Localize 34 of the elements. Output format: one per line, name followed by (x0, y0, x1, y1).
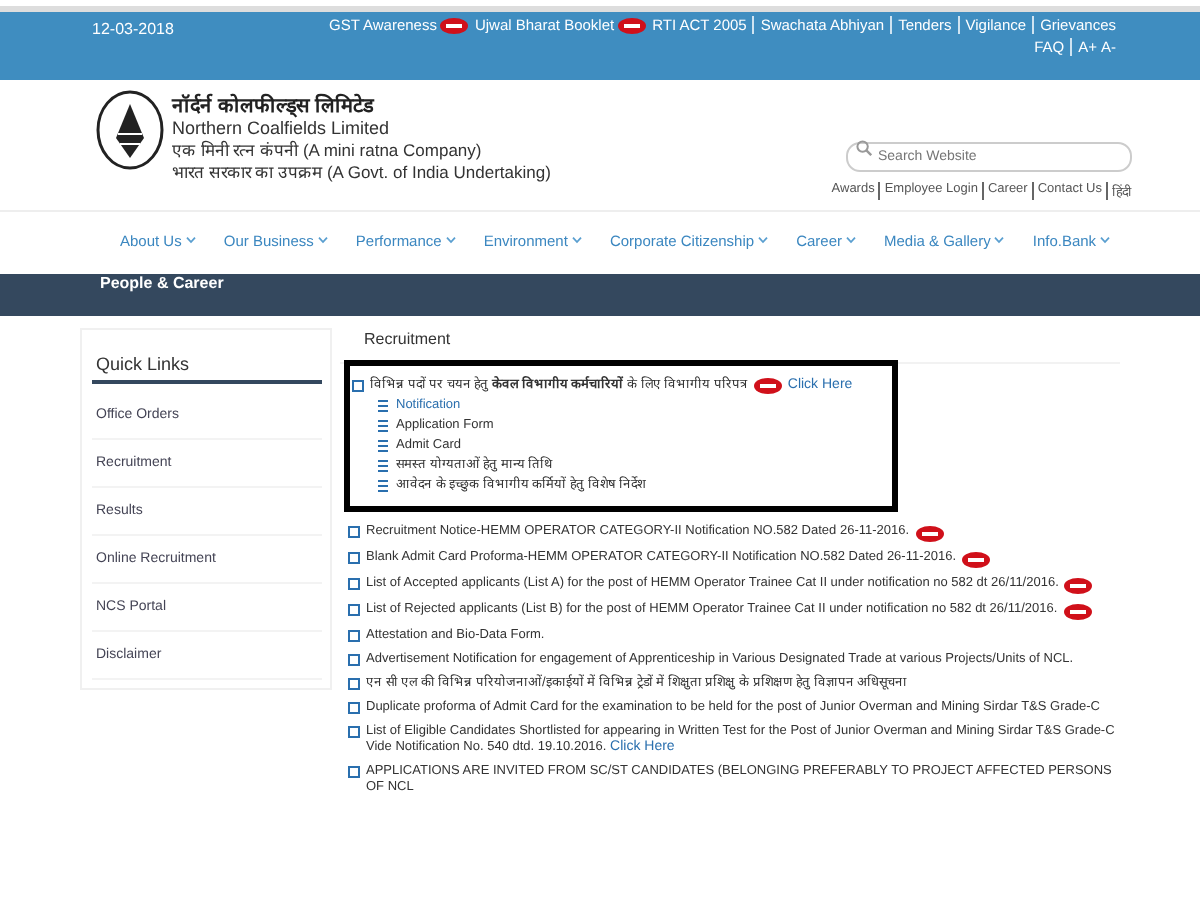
list-bullet-icon (378, 420, 388, 432)
caret-icon (571, 236, 582, 244)
square-bullet-icon (348, 678, 360, 690)
company-name: Northern Coalfields Limited (172, 118, 392, 138)
company-logo-icon (96, 90, 164, 170)
square-bullet-icon (348, 702, 360, 714)
company-tagline: एक मिनी रत्न कंपनी (A mini ratna Company) (172, 138, 484, 160)
square-bullet-icon (348, 604, 360, 616)
list-bullet-icon (378, 440, 388, 452)
company-name-hindi: नॉर्दर्न कोलफील्ड्स लिमिटेड (172, 91, 377, 118)
square-bullet-icon (348, 726, 360, 738)
date-text: 12-03-2018 (92, 18, 174, 42)
square-bullet-icon (348, 630, 360, 642)
search-icon (856, 140, 872, 156)
caret-icon (846, 236, 856, 244)
square-bullet-icon (348, 552, 360, 564)
banner-title: People & Career (98, 274, 226, 294)
company-tagline: भारत सरकार का उपक्रम (A Govt. of India Undertaking) (172, 160, 551, 182)
square-bullet-icon (348, 526, 360, 538)
caret-icon (1100, 236, 1111, 244)
square-bullet-icon (348, 578, 360, 590)
caret-icon (445, 236, 456, 244)
section-title: Recruitment (340, 320, 1120, 364)
caret-icon (994, 236, 1005, 244)
list-bullet-icon (378, 480, 388, 492)
caret-icon (758, 236, 769, 244)
square-bullet-icon (352, 380, 364, 392)
sidebar-heading: Quick Links (92, 330, 322, 384)
list-bullet-icon (378, 400, 388, 412)
list-bullet-icon (378, 460, 388, 472)
caret-icon (185, 236, 196, 244)
square-bullet-icon (348, 766, 360, 778)
caret-icon (317, 236, 328, 244)
square-bullet-icon (348, 654, 360, 666)
